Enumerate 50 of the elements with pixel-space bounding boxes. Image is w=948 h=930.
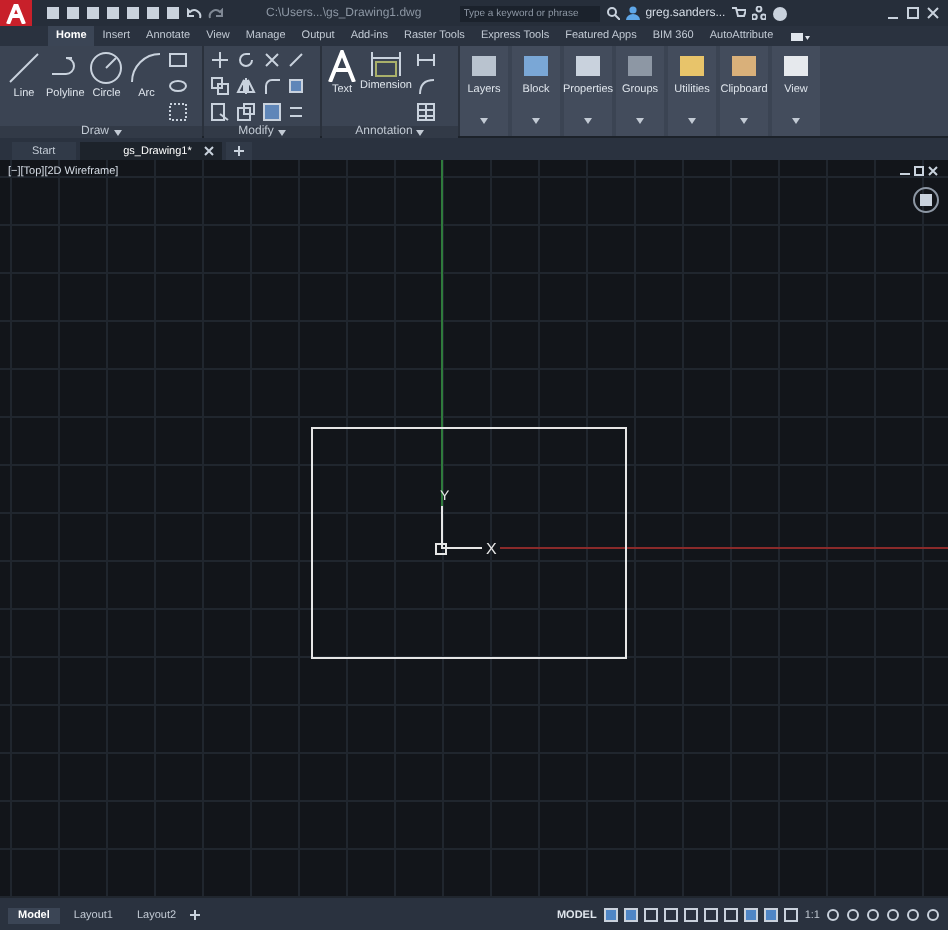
add-layout-icon[interactable]: [190, 910, 201, 920]
undo-icon[interactable]: [186, 7, 202, 19]
app-logo-icon[interactable]: [0, 0, 32, 26]
dropdown-arrow-icon[interactable]: [113, 129, 121, 135]
panel-toggle-icon[interactable]: [789, 31, 810, 41]
viewcube-icon[interactable]: [912, 186, 940, 214]
table-icon[interactable]: [415, 102, 436, 122]
leader-icon[interactable]: [415, 76, 436, 96]
arc-icon[interactable]: [128, 50, 165, 86]
stretch-icon[interactable]: [210, 102, 230, 122]
circle-icon[interactable]: [88, 50, 125, 86]
close-icon[interactable]: [926, 6, 940, 20]
x-axis-label: X: [486, 540, 497, 558]
ucs-icon: [435, 505, 483, 555]
dropdown-arrow-icon[interactable]: [792, 118, 800, 124]
move-icon[interactable]: [210, 50, 230, 70]
erase-icon[interactable]: [286, 50, 306, 70]
close-icon[interactable]: [928, 166, 938, 176]
linear-dimension-icon[interactable]: [415, 50, 436, 70]
share-icon[interactable]: [751, 6, 766, 20]
user-icon[interactable]: [625, 6, 640, 20]
dropdown-arrow-icon[interactable]: [740, 118, 748, 124]
line-icon[interactable]: [6, 50, 42, 86]
dropdown-arrow-icon[interactable]: [532, 118, 540, 124]
dropdown-arrow-icon[interactable]: [688, 118, 696, 124]
rectangle-icon[interactable]: [168, 50, 189, 70]
hatch-icon[interactable]: [168, 102, 189, 122]
ellipse-icon[interactable]: [168, 76, 189, 96]
new-tab-icon[interactable]: [233, 146, 244, 156]
text-icon[interactable]: [328, 50, 356, 82]
dropdown-arrow-icon[interactable]: [416, 129, 425, 135]
maximize-icon[interactable]: [906, 6, 920, 20]
dropdown-arrow-icon[interactable]: [277, 129, 286, 135]
cart-icon[interactable]: [731, 6, 746, 20]
copy-icon[interactable]: [210, 76, 230, 96]
drawing-rectangle[interactable]: [311, 427, 627, 659]
fillet-icon[interactable]: [262, 76, 282, 96]
dimension-icon[interactable]: [369, 50, 402, 78]
dropdown-arrow-icon[interactable]: [480, 118, 488, 124]
rotate-icon[interactable]: [236, 50, 256, 70]
search-icon[interactable]: [605, 6, 620, 20]
scale-icon[interactable]: [236, 102, 256, 122]
dropdown-arrow-icon[interactable]: [584, 118, 592, 124]
offset-icon[interactable]: [286, 102, 306, 122]
close-icon[interactable]: [203, 146, 214, 156]
redo-icon[interactable]: [208, 7, 224, 19]
trim-icon[interactable]: [262, 50, 282, 70]
mirror-icon[interactable]: [236, 76, 256, 96]
restore-icon[interactable]: [914, 166, 924, 176]
dropdown-arrow-icon[interactable]: [636, 118, 644, 124]
